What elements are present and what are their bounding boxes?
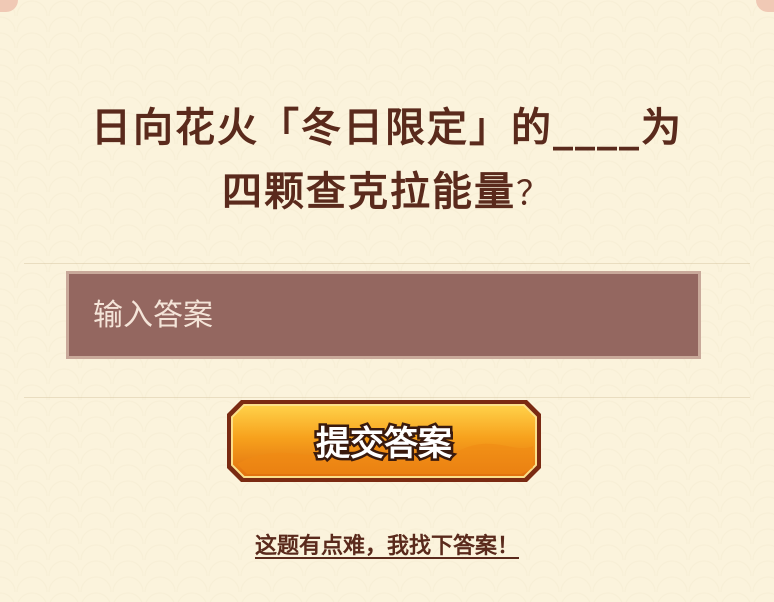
hint-link-container: 这题有点难，我找下答案！ bbox=[0, 528, 774, 560]
divider-top bbox=[24, 263, 750, 264]
question-line-2: 四颗查克拉能量？ bbox=[20, 160, 754, 226]
submit-answer-label: 提交答案 bbox=[316, 424, 453, 464]
answer-input[interactable] bbox=[69, 274, 698, 356]
answer-input-box[interactable] bbox=[66, 271, 701, 359]
question-mark: ？ bbox=[516, 174, 552, 214]
corner-decoration-left bbox=[0, 0, 18, 12]
question-text: 日向花火「冬日限定」的____为 四颗查克拉能量？ bbox=[20, 96, 754, 226]
submit-answer-button[interactable]: 提交答案 bbox=[225, 398, 543, 484]
question-line-1: 日向花火「冬日限定」的____为 bbox=[91, 105, 683, 151]
question-line-2-text: 四颗查克拉能量 bbox=[222, 169, 516, 215]
find-answer-link[interactable]: 这题有点难，我找下答案！ bbox=[255, 534, 519, 559]
corner-decoration-right bbox=[756, 0, 774, 12]
